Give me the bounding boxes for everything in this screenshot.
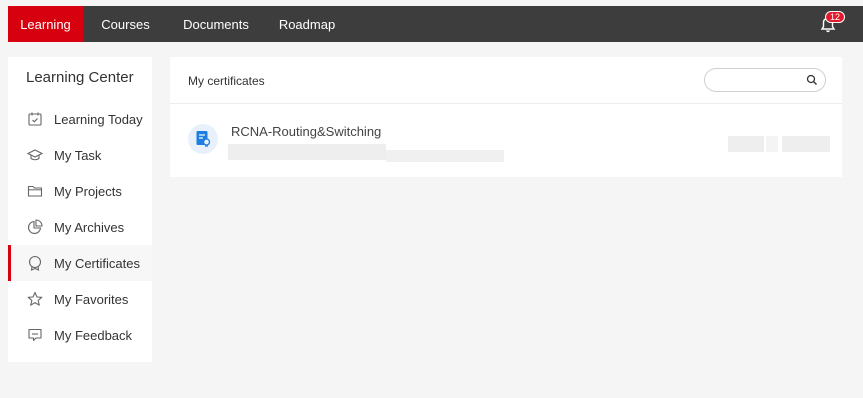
calendar-icon	[28, 112, 42, 126]
redacted-text	[782, 136, 830, 152]
notification-count-badge: 12	[825, 11, 846, 23]
redacted-text	[228, 144, 386, 160]
search-icon[interactable]	[806, 74, 818, 86]
redacted-text	[728, 136, 764, 152]
certificate-icon	[28, 255, 42, 271]
sidebar-item-my-certificates[interactable]: My Certificates	[8, 245, 152, 281]
redacted-text	[386, 150, 504, 162]
sidebar-item-my-archives[interactable]: My Archives	[8, 209, 152, 245]
sidebar: Learning Center Learning Today My Task M	[8, 57, 152, 362]
certificates-panel: My certificates RCNA-Routing&Switching	[170, 57, 842, 177]
sidebar-item-learning-today[interactable]: Learning Today	[8, 101, 152, 137]
redacted-text	[766, 136, 778, 152]
divider	[170, 103, 842, 104]
sidebar-item-label: Learning Today	[54, 111, 143, 127]
page: Learning Courses Documents Roadmap 12 Le…	[0, 0, 863, 398]
nav-tab-roadmap[interactable]: Roadmap	[264, 6, 350, 42]
sidebar-item-label: My Certificates	[54, 255, 140, 271]
sidebar-title: Learning Center	[26, 69, 134, 86]
notification-button[interactable]: 12	[817, 11, 846, 35]
search-input[interactable]	[715, 72, 803, 88]
page-title: My certificates	[188, 74, 265, 88]
sidebar-item-label: My Feedback	[54, 327, 133, 343]
sidebar-item-label: My Favorites	[54, 291, 129, 307]
nav-tab-documents[interactable]: Documents	[168, 6, 264, 42]
nav-tab-courses[interactable]: Courses	[83, 6, 168, 42]
certificate-name: RCNA-Routing&Switching	[231, 124, 382, 139]
star-icon	[27, 291, 43, 306]
graduation-cap-icon	[27, 149, 43, 161]
certificate-document-icon	[188, 124, 218, 154]
feedback-icon	[28, 328, 42, 342]
nav-tab-learning[interactable]: Learning	[8, 6, 83, 42]
sidebar-item-my-favorites[interactable]: My Favorites	[8, 281, 152, 317]
sidebar-item-label: My Task	[54, 147, 102, 163]
folder-icon	[27, 185, 43, 197]
sidebar-item-label: My Archives	[54, 219, 125, 235]
top-nav-bar: Learning Courses Documents Roadmap 12	[8, 6, 863, 42]
sidebar-item-label: My Projects	[54, 183, 122, 199]
certificate-list-item[interactable]: RCNA-Routing&Switching	[170, 114, 842, 174]
sidebar-item-my-feedback[interactable]: My Feedback	[8, 317, 152, 353]
search-box[interactable]	[704, 68, 826, 92]
sidebar-item-my-task[interactable]: My Task	[8, 137, 152, 173]
sidebar-item-my-projects[interactable]: My Projects	[8, 173, 152, 209]
pie-chart-icon	[28, 219, 43, 234]
